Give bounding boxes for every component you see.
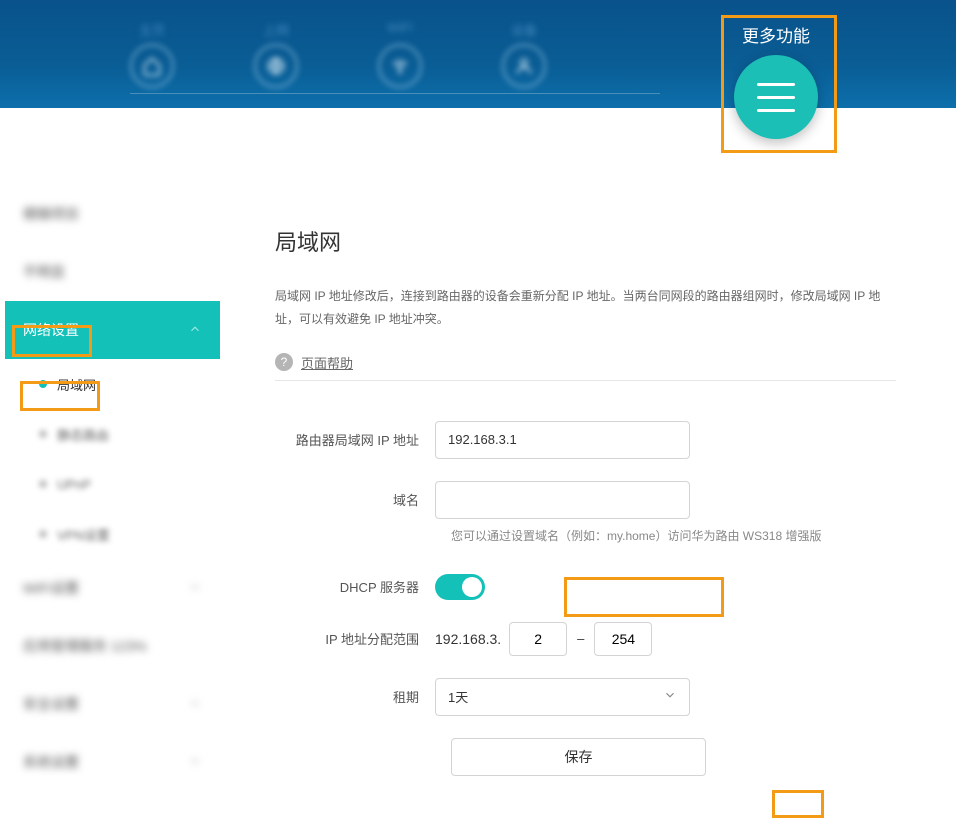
header-item-wifi[interactable]: WiFi [378,20,422,88]
more-label: 更多功能 [742,22,810,47]
home-icon [130,44,174,88]
wifi-icon [378,44,422,88]
page-description: 局域网 IP 地址修改后，连接到路由器的设备会重新分配 IP 地址。当两台同网段… [275,285,896,331]
row-router-ip: 路由器局域网 IP 地址 [275,421,896,459]
inactive-dot-icon [39,480,47,488]
sidebar-sub-blur-2[interactable]: UPnP [5,459,220,509]
divider [275,380,896,381]
input-range-start[interactable] [509,622,567,656]
hamburger-icon [757,83,795,86]
sidebar-item-blur-4[interactable]: 应用管理服务 123% [5,617,220,675]
sidebar-sub-blur-3[interactable]: VPN设置 [5,509,220,559]
chevron-down-icon [188,696,202,713]
row-save: 保存 [451,738,896,776]
page-body: 模糊项目 不明显 网络设置 局域网 静态路由 UPnP VPN设置 WiFi设置 [5,185,951,832]
row-domain: 域名 [275,481,896,519]
chevron-down-icon [663,688,677,705]
input-router-ip[interactable] [435,421,690,459]
chevron-down-icon [188,580,202,597]
range-dash: – [577,631,584,646]
label-router-ip: 路由器局域网 IP 地址 [275,430,435,449]
sidebar-sub-blur-1[interactable]: 静态路由 [5,409,220,459]
sidebar-item-blur-1[interactable]: 模糊项目 [5,185,220,243]
main-content: 局域网 局域网 IP 地址修改后，连接到路由器的设备会重新分配 IP 地址。当两… [220,185,951,832]
row-lease: 租期 1天 [275,678,896,716]
label-ip-range: IP 地址分配范围 [275,629,435,648]
header-item-home[interactable]: 主页 [130,20,174,88]
select-lease-value: 1天 [448,687,468,706]
header-item-device[interactable]: 设备 [502,20,546,88]
input-domain[interactable] [435,481,690,519]
sidebar-item-blur-2[interactable]: 不明显 [5,243,220,301]
active-dot-icon [39,380,47,388]
toggle-knob [462,577,482,597]
page-header: 主页 上网 WiFi 设备 更多功能 [0,0,956,108]
sidebar-lan-label: 局域网 [57,375,96,394]
save-label: 保存 [565,747,593,767]
sidebar-network-label: 网络设置 [23,320,79,340]
more-button[interactable] [734,55,818,139]
sidebar-item-blur-3[interactable]: WiFi设置 [5,559,220,617]
row-ip-range: IP 地址分配范围 192.168.3. – [275,622,896,656]
page-title: 局域网 [275,225,896,257]
sidebar-item-network-settings[interactable]: 网络设置 [5,301,220,359]
label-dhcp: DHCP 服务器 [275,577,435,596]
inactive-dot-icon [39,530,47,538]
select-lease[interactable]: 1天 [435,678,690,716]
header-underline [130,93,660,94]
inactive-dot-icon [39,430,47,438]
sidebar-item-blur-5[interactable]: 安全设置 [5,675,220,733]
sidebar: 模糊项目 不明显 网络设置 局域网 静态路由 UPnP VPN设置 WiFi设置 [5,185,220,832]
globe-icon [254,44,298,88]
chevron-down-icon [188,754,202,771]
save-button[interactable]: 保存 [451,738,706,776]
toggle-dhcp[interactable] [435,574,485,600]
help-icon: ? [275,353,293,371]
help-link[interactable]: ? 页面帮助 [275,353,896,372]
ip-range-prefix: 192.168.3. [435,631,501,647]
header-nav: 主页 上网 WiFi 设备 [130,20,546,88]
sidebar-item-blur-6[interactable]: 系统设置 [5,733,220,791]
label-lease: 租期 [275,687,435,706]
header-more: 更多功能 [721,22,831,139]
input-range-end[interactable] [594,622,652,656]
user-icon [502,44,546,88]
chevron-up-icon [188,322,202,339]
header-item-internet[interactable]: 上网 [254,20,298,88]
help-label: 页面帮助 [301,353,353,372]
label-domain: 域名 [275,490,435,509]
domain-hint: 您可以通过设置域名（例如：my.home）访问华为路由 WS318 增强版 [451,527,896,544]
row-dhcp: DHCP 服务器 [275,574,896,600]
sidebar-sub-lan[interactable]: 局域网 [5,359,220,409]
